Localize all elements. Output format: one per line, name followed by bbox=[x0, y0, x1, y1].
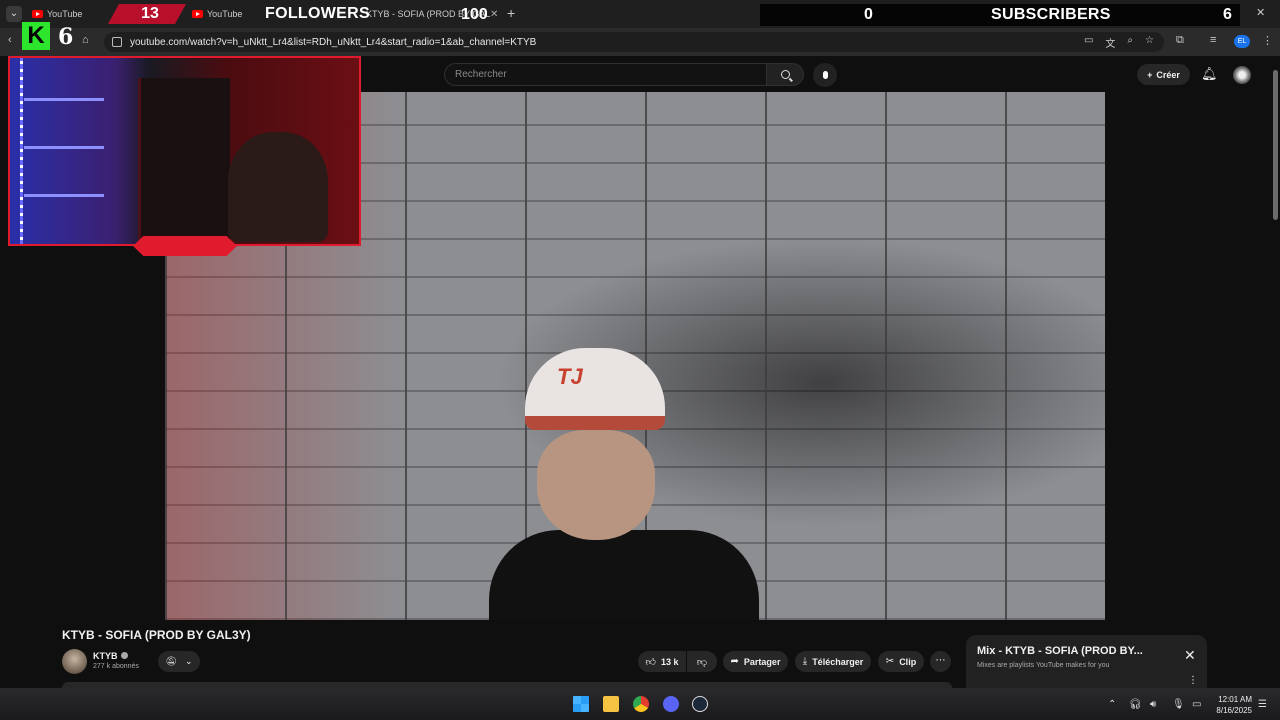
clip-button[interactable]: ✂ Clip bbox=[878, 651, 924, 672]
mix-subtitle: Mixes are playlists YouTube makes for yo… bbox=[977, 662, 1110, 669]
search-icon bbox=[780, 70, 790, 79]
download-label: Télécharger bbox=[812, 656, 864, 667]
share-icon: ➦ bbox=[730, 656, 739, 667]
cap bbox=[525, 348, 665, 430]
tab-youtube-2[interactable]: YouTube bbox=[192, 4, 242, 24]
steam-icon[interactable] bbox=[692, 696, 708, 712]
webcam-overlay bbox=[8, 56, 361, 246]
subscriber-count: 277 k abonnés bbox=[93, 663, 139, 670]
search-button[interactable] bbox=[766, 63, 804, 86]
url-text: youtube.com/watch?v=h_uNktt_Lr4&list=RDh… bbox=[130, 36, 537, 48]
create-label: Créer bbox=[1156, 69, 1180, 80]
tab-label: YouTube bbox=[47, 9, 83, 19]
thumbs-down-icon: 👎︎ bbox=[696, 656, 708, 668]
kick-number: 6 bbox=[58, 24, 74, 50]
channel-avatar[interactable] bbox=[62, 649, 87, 674]
zoom-icon[interactable]: ⌕ bbox=[1127, 35, 1133, 50]
bookmark-star-icon[interactable]: ☆ bbox=[1145, 35, 1154, 50]
tab-label: YouTube bbox=[207, 9, 243, 19]
more-actions-button[interactable]: ⋯ bbox=[930, 651, 951, 672]
like-count: 13 k bbox=[660, 656, 679, 667]
subscribers-goal: 6 bbox=[1223, 6, 1232, 23]
more-vert-icon[interactable]: ⋮ bbox=[1188, 675, 1198, 686]
back-icon[interactable]: ‹ bbox=[8, 34, 12, 46]
subscribers-current: 0 bbox=[864, 6, 873, 23]
subscribers-label: SUBSCRIBERS bbox=[991, 6, 1111, 23]
bell-off-icon: 🔕︎ bbox=[165, 656, 177, 666]
mix-playlist-panel[interactable]: Mix - KTYB - SOFIA (PROD BY... Mixes are… bbox=[966, 635, 1207, 691]
shelf bbox=[24, 194, 104, 197]
video-title: KTYB - SOFIA (PROD BY GAL3Y) bbox=[62, 628, 251, 642]
video-subject: TJ bbox=[489, 344, 759, 620]
tab-youtube-1[interactable]: YouTube bbox=[32, 4, 82, 24]
screen: ⌄ YouTube ✕ YouTube KTYB - SOFIA (PROD B… bbox=[0, 0, 1280, 720]
scissors-icon: ✂ bbox=[885, 656, 895, 667]
doorway bbox=[138, 78, 230, 244]
followers-label: FOLLOWERS bbox=[265, 5, 370, 22]
create-button[interactable]: + Créer bbox=[1137, 64, 1190, 85]
clock-date: 8/16/2025 bbox=[1216, 706, 1252, 715]
new-tab-button[interactable]: + bbox=[507, 5, 515, 21]
shelf bbox=[24, 146, 104, 149]
scroll-thumb[interactable] bbox=[1273, 70, 1278, 220]
notifications-bell-icon[interactable]: 🔔︎ bbox=[1201, 66, 1218, 82]
download-button[interactable]: ⤓ Télécharger bbox=[795, 651, 871, 672]
share-button[interactable]: ➦ Partager bbox=[723, 651, 788, 672]
volume-icon[interactable]: 🔊︎ bbox=[1150, 699, 1156, 710]
headset-icon[interactable]: 🎧︎ bbox=[1129, 699, 1142, 710]
shirt bbox=[489, 530, 759, 620]
tab-search-icon[interactable]: ⌄ bbox=[6, 6, 22, 22]
page-scrollbar[interactable] bbox=[1270, 56, 1280, 688]
mic-icon bbox=[822, 71, 828, 79]
cap-logo: TJ bbox=[557, 364, 583, 389]
kick-logo: K bbox=[22, 22, 50, 50]
thumbs-up-icon: 👍︎ bbox=[645, 656, 656, 668]
translate-icon[interactable]: 文 bbox=[1105, 35, 1115, 50]
webcam-frame-tab bbox=[133, 236, 237, 256]
voice-search-button[interactable] bbox=[813, 63, 837, 87]
followers-count: 13 bbox=[141, 5, 159, 22]
shelf bbox=[24, 98, 104, 101]
channel-name: KTYB bbox=[93, 651, 118, 661]
like-button[interactable]: 👍︎ 13 k bbox=[638, 651, 686, 672]
file-explorer-icon[interactable] bbox=[603, 696, 619, 712]
address-bar[interactable]: youtube.com/watch?v=h_uNktt_Lr4&list=RDh… bbox=[104, 32, 1164, 52]
close-icon[interactable]: ✕ bbox=[1184, 647, 1196, 664]
led-strip bbox=[20, 58, 23, 244]
tray-chevron-up-icon[interactable]: ⌃ bbox=[1108, 699, 1116, 710]
streamer bbox=[228, 132, 328, 242]
network-icon[interactable]: ▭ bbox=[1192, 699, 1201, 710]
youtube-favicon-icon bbox=[32, 10, 43, 18]
microphone-icon[interactable]: 🎙︎ bbox=[1172, 699, 1185, 710]
chrome-icon[interactable] bbox=[633, 696, 649, 712]
download-icon: ⤓ bbox=[802, 656, 808, 667]
browser-menu-icon[interactable]: ⋮ bbox=[1262, 34, 1273, 47]
discord-icon[interactable] bbox=[663, 696, 679, 712]
verified-icon bbox=[120, 652, 128, 659]
share-label: Partager bbox=[743, 656, 781, 667]
notification-settings-button[interactable]: 🔕︎ ⌄ bbox=[158, 651, 200, 672]
chevron-down-icon: ⌄ bbox=[184, 656, 193, 666]
plus-icon: + bbox=[1147, 69, 1153, 80]
youtube-favicon-icon bbox=[192, 10, 203, 18]
mix-title: Mix - KTYB - SOFIA (PROD BY... bbox=[977, 645, 1143, 657]
clip-label: Clip bbox=[899, 656, 917, 667]
cast-icon[interactable]: ▭ bbox=[1084, 35, 1093, 50]
face bbox=[537, 430, 655, 540]
account-avatar[interactable] bbox=[1233, 66, 1251, 84]
close-window-icon[interactable]: ✕ bbox=[1256, 6, 1265, 19]
followers-goal: 100 bbox=[461, 6, 488, 23]
windows-start-icon[interactable] bbox=[573, 696, 589, 712]
site-info-icon[interactable] bbox=[112, 37, 122, 47]
profile-avatar[interactable]: EL bbox=[1234, 35, 1250, 48]
taskbar-clock[interactable]: 12:01 AM 8/16/2025 bbox=[1208, 694, 1252, 716]
notification-center-icon[interactable]: ☰ bbox=[1258, 699, 1267, 710]
extensions-icon[interactable]: ⧉ bbox=[1176, 34, 1184, 47]
home-icon[interactable]: ⌂ bbox=[82, 34, 89, 46]
clock-time: 12:01 AM bbox=[1218, 695, 1252, 704]
reading-list-icon[interactable]: ≡ bbox=[1210, 34, 1216, 46]
dislike-button[interactable]: 👎︎ bbox=[687, 651, 717, 672]
search-input[interactable]: Rechercher bbox=[444, 63, 766, 86]
channel-name-row[interactable]: KTYB bbox=[93, 651, 128, 661]
